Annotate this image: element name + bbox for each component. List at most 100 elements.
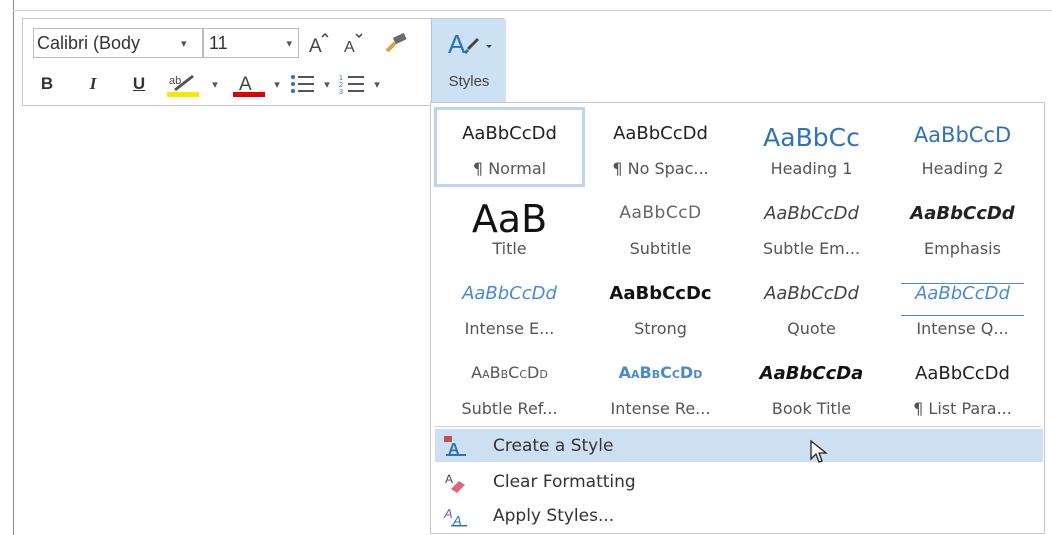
clear-formatting-menu-item[interactable]: A Clear Formatting — [435, 465, 1043, 498]
style-sample: AaBbCcDd — [613, 123, 708, 144]
style-intense-emphasis[interactable]: AaBbCcDd Intense E... — [434, 267, 585, 347]
styles-button[interactable]: A Styles — [431, 19, 506, 105]
style-name: Intense Q... — [916, 319, 1009, 338]
menu-separator — [434, 426, 1041, 427]
document-left-edge — [13, 0, 14, 535]
style-name: Title — [492, 239, 527, 258]
style-sample: AaBbCcDd — [915, 363, 1010, 384]
style-sample: AaBbCcD — [913, 123, 1012, 147]
svg-text:A: A — [448, 29, 466, 59]
create-style-icon: A — [443, 434, 475, 458]
chevron-down-icon[interactable]: ▾ — [181, 37, 187, 50]
style-book-title[interactable]: AaBbCcDa Book Title — [736, 347, 887, 427]
document-top-edge — [13, 10, 1052, 11]
style-intense-quote[interactable]: AaBbCcDd Intense Q... — [887, 267, 1038, 347]
create-style-label: Create a Style — [493, 435, 614, 456]
font-color-icon: A — [233, 74, 265, 97]
style-intense-reference[interactable]: AaBbCcDd Intense Re... — [585, 347, 736, 427]
style-name: ¶ List Para... — [913, 399, 1012, 418]
style-name: Subtle Em... — [762, 239, 861, 258]
quote-rule-bottom — [901, 315, 1024, 316]
svg-text:3: 3 — [339, 89, 343, 96]
numbering-button[interactable]: 1 2 3 — [337, 69, 369, 99]
style-subtle-emphasis[interactable]: AaBbCcDd Subtle Em... — [736, 187, 887, 267]
style-sample: AaBbCcDd — [462, 283, 557, 304]
clear-formatting-icon: A — [443, 470, 475, 494]
style-sample: AaBbCc — [763, 123, 860, 152]
style-sample: AaBbCcDd — [618, 363, 703, 382]
style-sample: AaBbCcDc — [609, 283, 712, 304]
svg-text:A: A — [445, 472, 453, 486]
numbering-icon: 1 2 3 — [339, 75, 364, 96]
svg-text:A: A — [443, 506, 453, 521]
bold-button[interactable]: B — [35, 71, 59, 97]
style-sample: AaBbCcDd — [471, 363, 548, 382]
chevron-down-icon[interactable]: ▾ — [286, 37, 292, 50]
font-name-value: Calibri (Body — [37, 32, 141, 53]
style-name: Subtitle — [629, 239, 692, 258]
style-heading-1[interactable]: AaBbCc Heading 1 — [736, 107, 887, 187]
grow-font-button[interactable]: A — [305, 29, 333, 57]
svg-text:1: 1 — [339, 75, 343, 82]
style-name: Heading 2 — [921, 159, 1004, 178]
shrink-font-icon: A — [344, 33, 363, 55]
style-name: Strong — [634, 319, 687, 338]
style-subtle-reference[interactable]: AaBbCcDd Subtle Ref... — [434, 347, 585, 427]
mouse-pointer-icon — [810, 439, 828, 463]
style-name: Emphasis — [924, 239, 1001, 258]
font-size-combo[interactable]: 11 ▾ — [203, 28, 299, 58]
style-sample: AaBbCcDa — [759, 363, 864, 384]
font-name-combo[interactable]: Calibri (Body ▾ — [33, 28, 203, 58]
style-sample: AaB — [471, 197, 548, 237]
style-title[interactable]: AaB Title — [434, 187, 585, 267]
style-sample: AaBbCcDd — [764, 203, 859, 224]
style-no-spacing[interactable]: AaBbCcDd ¶ No Spac... — [585, 107, 736, 187]
svg-text:A: A — [344, 39, 355, 55]
format-painter-icon — [385, 32, 407, 53]
highlight-button[interactable]: ab — [163, 69, 207, 99]
create-style-menu-item[interactable]: A Create a Style — [435, 429, 1043, 463]
chevron-down-icon[interactable]: ▾ — [320, 71, 334, 97]
styles-gallery: AaBbCcDd ¶ Normal AaBbCcDd ¶ No Spac... … — [430, 102, 1045, 534]
font-color-button[interactable]: A — [229, 69, 269, 99]
chevron-down-icon[interactable]: ▾ — [208, 71, 222, 97]
style-list-paragraph[interactable]: AaBbCcDd ¶ List Para... — [887, 347, 1038, 427]
style-name: Intense Re... — [610, 399, 711, 418]
grow-font-icon: A — [309, 32, 329, 55]
mini-toolbar: Calibri (Body ▾ 11 ▾ A A A Styles B I U … — [22, 18, 506, 106]
style-emphasis[interactable]: AaBbCcDd Emphasis — [887, 187, 1038, 267]
style-strong[interactable]: AaBbCcDc Strong — [585, 267, 736, 347]
style-name: Subtle Ref... — [461, 399, 558, 418]
apply-styles-menu-item[interactable]: A A Apply Styles... — [435, 499, 1043, 532]
bullets-button[interactable] — [287, 69, 319, 99]
style-name: ¶ Normal — [472, 159, 547, 178]
svg-text:A: A — [452, 513, 462, 527]
bullets-icon — [291, 75, 314, 93]
chevron-down-icon[interactable]: ▾ — [270, 71, 284, 97]
style-sample: AaBbCcD — [619, 203, 702, 223]
clear-formatting-label: Clear Formatting — [493, 471, 636, 492]
style-quote[interactable]: AaBbCcDd Quote — [736, 267, 887, 347]
style-normal[interactable]: AaBbCcDd ¶ Normal — [434, 107, 585, 187]
styles-icon: A — [448, 29, 492, 59]
style-heading-2[interactable]: AaBbCcD Heading 2 — [887, 107, 1038, 187]
style-sample: AaBbCcDd — [462, 123, 557, 144]
italic-button[interactable]: I — [81, 71, 105, 97]
shrink-font-button[interactable]: A — [339, 29, 367, 57]
format-painter-button[interactable] — [381, 29, 411, 57]
svg-text:A: A — [309, 36, 322, 55]
style-name: Heading 1 — [770, 159, 853, 178]
svg-text:A: A — [239, 74, 252, 95]
underline-button[interactable]: U — [127, 71, 151, 97]
styles-label: Styles — [448, 73, 490, 90]
style-subtitle[interactable]: AaBbCcD Subtitle — [585, 187, 736, 267]
style-sample: AaBbCcDd — [910, 203, 1015, 224]
apply-styles-icon: A A — [443, 504, 475, 528]
apply-styles-label: Apply Styles... — [493, 505, 615, 526]
font-size-value: 11 — [209, 32, 228, 53]
svg-text:2: 2 — [339, 82, 343, 89]
style-name: Book Title — [771, 399, 852, 418]
style-sample: AaBbCcDd — [915, 283, 1010, 304]
chevron-down-icon[interactable]: ▾ — [370, 71, 384, 97]
style-name: ¶ No Spac... — [612, 159, 709, 178]
